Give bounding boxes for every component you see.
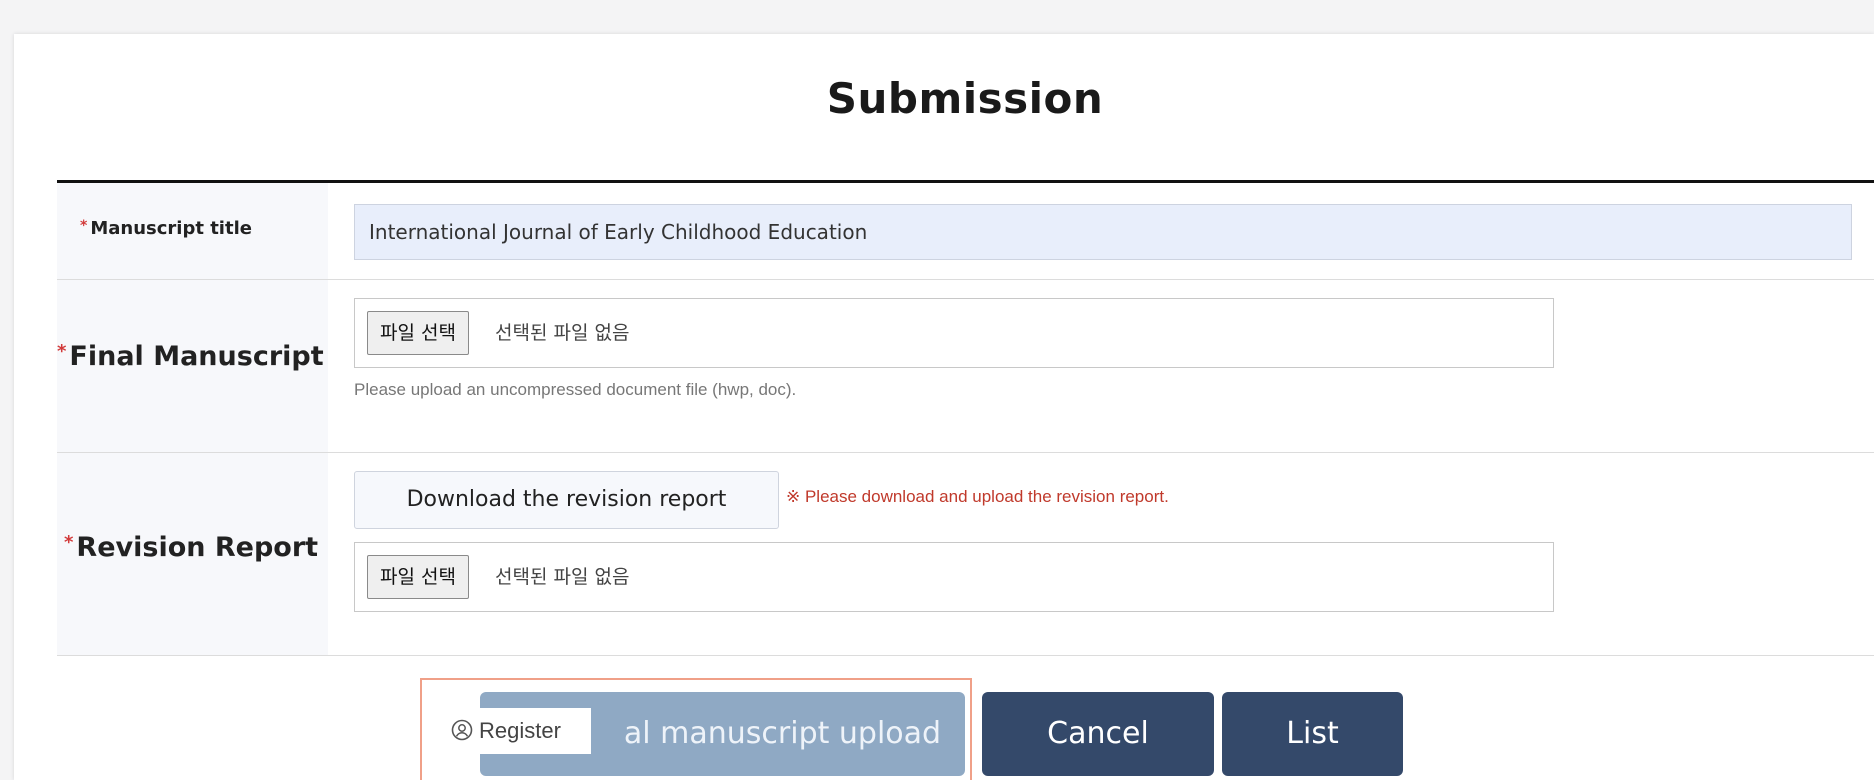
final-manuscript-file-status: 선택된 파일 없음 [495, 322, 630, 344]
revision-report-file-input[interactable]: 파일 선택 선택된 파일 없음 [354, 542, 1554, 612]
register-tooltip: Register [441, 708, 591, 754]
revision-report-label: * Revision Report [64, 532, 318, 563]
revision-report-label-text: Revision Report [76, 532, 319, 563]
final-manuscript-label-text: Final Manuscript [69, 341, 324, 372]
row-divider [57, 452, 1874, 453]
revision-report-choose-file-button[interactable]: 파일 선택 [367, 555, 469, 599]
final-manuscript-file-input[interactable]: 파일 선택 선택된 파일 없음 [354, 298, 1554, 368]
register-tooltip-text: Register [479, 718, 561, 743]
final-manuscript-label: * Final Manuscript [57, 341, 324, 372]
cancel-button[interactable]: Cancel [982, 692, 1214, 776]
revision-report-warning: ※ Please download and upload the revisio… [786, 487, 1169, 506]
user-circle-icon [451, 718, 479, 743]
manuscript-title-label-text: Manuscript title [90, 218, 252, 239]
row-divider [57, 279, 1874, 280]
required-mark: * [57, 341, 67, 362]
page-title: Submission [826, 74, 1104, 123]
row-divider [57, 655, 1874, 656]
download-revision-report-button[interactable]: Download the revision report [354, 471, 779, 529]
revision-report-file-status: 선택된 파일 없음 [495, 566, 630, 588]
manuscript-title-input[interactable] [354, 204, 1852, 260]
form-top-divider [57, 180, 1874, 183]
list-button[interactable]: List [1222, 692, 1403, 776]
required-mark: * [64, 532, 74, 553]
final-manuscript-hint: Please upload an uncompressed document f… [354, 380, 797, 399]
manuscript-title-label: * Manuscript title [80, 218, 252, 239]
final-manuscript-choose-file-button[interactable]: 파일 선택 [367, 311, 469, 355]
required-mark: * [80, 218, 88, 234]
